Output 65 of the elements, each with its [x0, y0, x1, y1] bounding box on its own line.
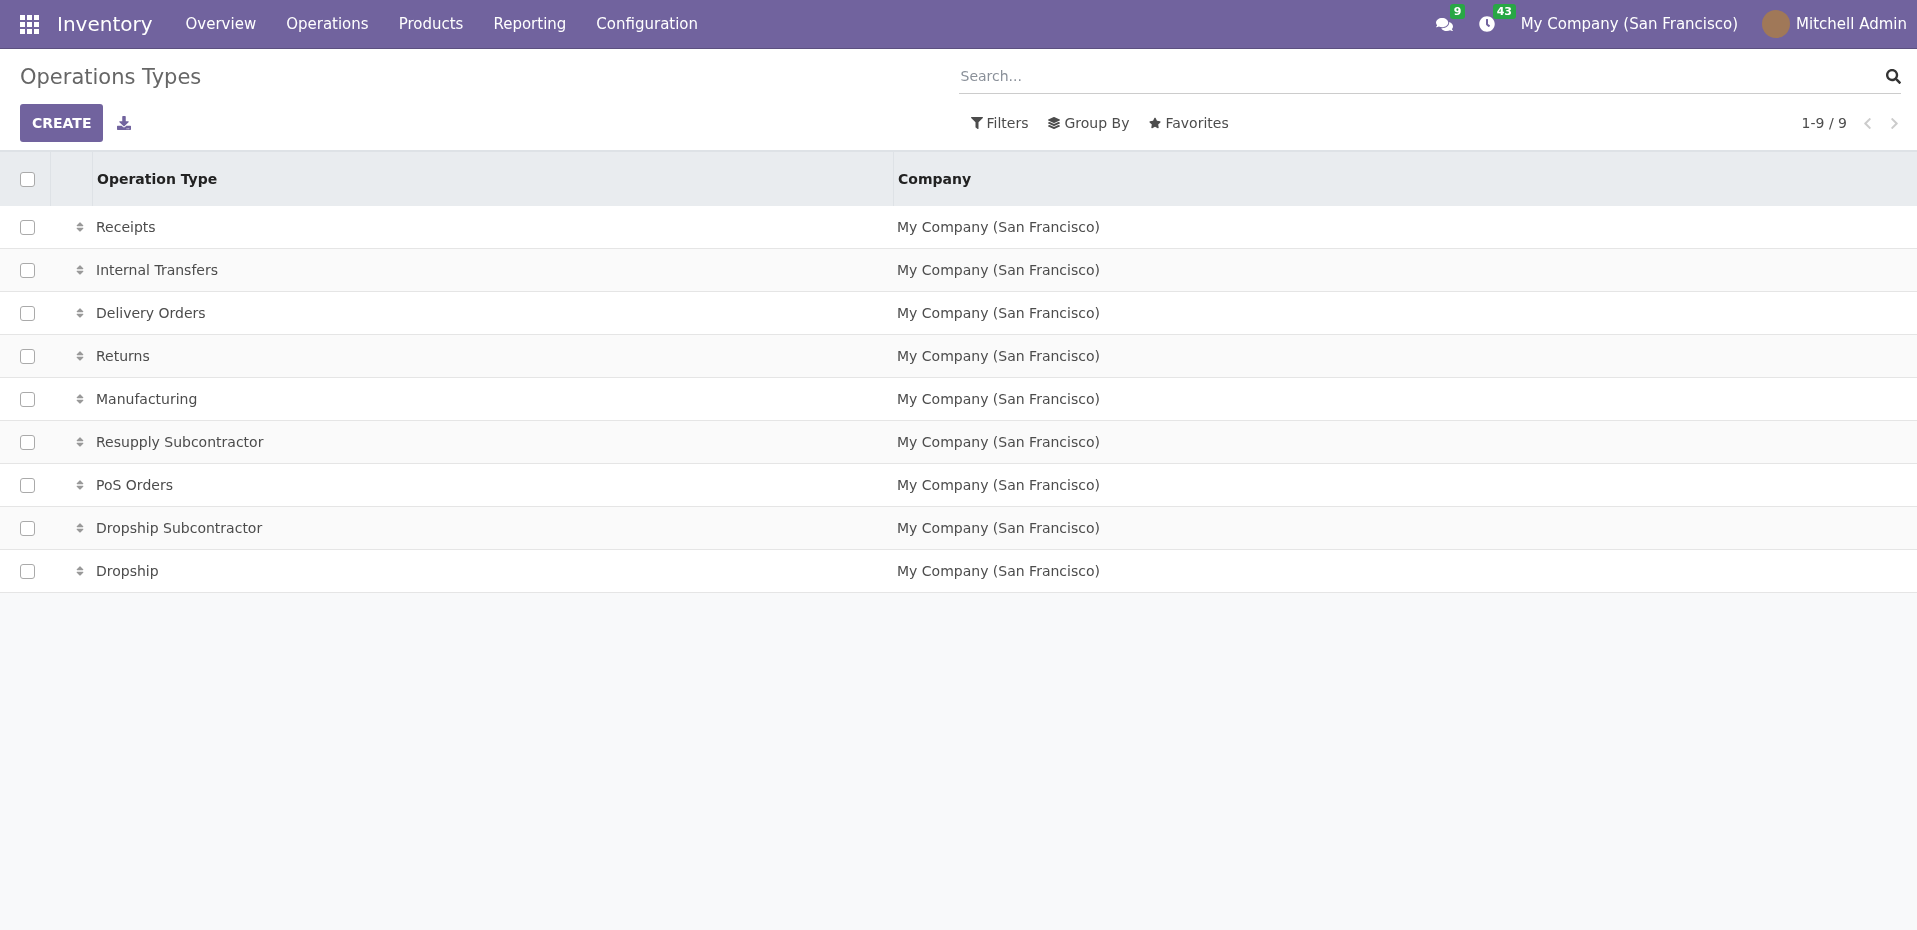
drag-handle-icon[interactable]	[74, 221, 86, 233]
chat-icon[interactable]	[1435, 15, 1453, 33]
table-cell-text: My Company (San Francisco)	[896, 305, 1101, 321]
row-checkbox[interactable]	[20, 477, 35, 493]
table-cell-text: Receipts	[95, 219, 157, 235]
download-icon[interactable]	[117, 116, 132, 130]
drag-handle-icon[interactable]	[74, 479, 86, 491]
row-checkbox[interactable]	[20, 262, 35, 278]
layers-icon	[1048, 117, 1061, 129]
search-field[interactable]: Search...	[958, 67, 1886, 85]
table-cell-text: My Company (San Francisco)	[896, 563, 1101, 579]
activity-count: 43	[1492, 4, 1516, 19]
select-all-checkbox[interactable]	[20, 171, 35, 187]
page-title: Operations Types	[20, 63, 203, 91]
next-icon[interactable]	[1888, 116, 1901, 130]
row-checkbox[interactable]	[20, 391, 35, 407]
table-cell-text: Delivery Orders	[95, 305, 207, 321]
previous-icon[interactable]	[1861, 116, 1874, 130]
row-checkbox[interactable]	[20, 563, 35, 579]
table-cell-text: My Company (San Francisco)	[896, 477, 1101, 493]
table-cell-text: Dropship	[95, 563, 160, 579]
message-count: 9	[1449, 3, 1466, 19]
menu-item[interactable]: Configuration	[581, 15, 714, 33]
drag-handle-icon[interactable]	[74, 436, 86, 448]
pager-value[interactable]: 1-9 / 9	[1801, 115, 1847, 131]
row-checkbox[interactable]	[20, 520, 35, 536]
search-option-button[interactable]: Filters	[960, 115, 1039, 131]
table-cell-text: Returns	[95, 348, 151, 364]
table-cell-text: My Company (San Francisco)	[896, 219, 1101, 235]
star-icon	[1149, 117, 1162, 129]
table-cell-text: Resupply Subcontractor	[95, 434, 265, 450]
menu-item[interactable]: Reporting	[478, 15, 582, 33]
table-cell-text: PoS Orders	[95, 477, 174, 493]
table-cell-text: My Company (San Francisco)	[896, 391, 1101, 407]
row-checkbox[interactable]	[20, 434, 35, 450]
table-cell-text: Manufacturing	[95, 391, 199, 407]
search-icon[interactable]	[1886, 68, 1901, 84]
company-switcher[interactable]: My Company (San Francisco)	[1520, 15, 1739, 33]
app-name[interactable]: Inventory	[57, 12, 153, 36]
search-option-button[interactable]: Group By	[1038, 115, 1140, 131]
user-avatar[interactable]	[1762, 10, 1791, 38]
row-checkbox[interactable]	[20, 305, 35, 321]
menu-item[interactable]: Operations	[271, 15, 384, 33]
drag-handle-icon[interactable]	[74, 350, 86, 362]
filter-icon	[970, 117, 983, 129]
user-name[interactable]: Mitchell Admin	[1796, 15, 1907, 33]
table-cell-text: Dropship Subcontractor	[95, 520, 264, 536]
table-cell-text: My Company (San Francisco)	[896, 348, 1101, 364]
drag-handle-icon[interactable]	[74, 307, 86, 319]
drag-handle-icon[interactable]	[74, 522, 86, 534]
table-cell-text: My Company (San Francisco)	[896, 520, 1101, 536]
menu-item[interactable]: Overview	[170, 15, 272, 33]
apps-grid-icon[interactable]	[20, 14, 39, 34]
drag-handle-icon[interactable]	[74, 565, 86, 577]
create-button[interactable]: CREATE	[20, 104, 104, 142]
drag-handle-icon[interactable]	[74, 393, 86, 405]
table-cell-text: My Company (San Francisco)	[896, 262, 1101, 278]
menu-item[interactable]: Products	[383, 15, 479, 33]
table-cell-text: My Company (San Francisco)	[896, 434, 1101, 450]
clock-icon[interactable]	[1478, 16, 1495, 32]
row-checkbox[interactable]	[20, 348, 35, 364]
row-checkbox[interactable]	[20, 219, 35, 235]
search-option-button[interactable]: Favorites	[1139, 115, 1239, 131]
drag-handle-icon[interactable]	[74, 264, 86, 276]
table-cell-text: Internal Transfers	[95, 262, 219, 278]
